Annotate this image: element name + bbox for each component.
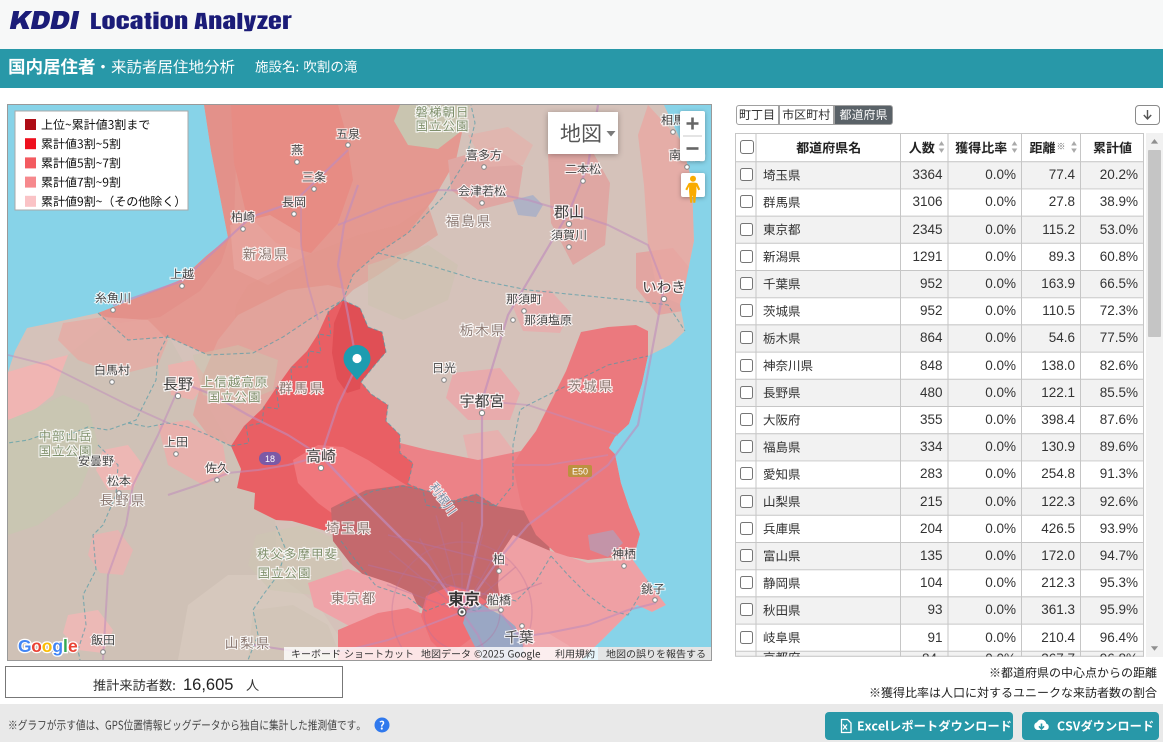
svg-text:18: 18 [265, 454, 275, 464]
svg-text:o: o [31, 636, 41, 656]
svg-text:o: o [42, 636, 52, 656]
svg-text:g: g [52, 636, 62, 656]
svg-text:e: e [68, 636, 78, 656]
svg-text:E50: E50 [572, 467, 588, 477]
svg-text:G: G [18, 636, 31, 656]
svg-text:l: l [63, 636, 68, 656]
